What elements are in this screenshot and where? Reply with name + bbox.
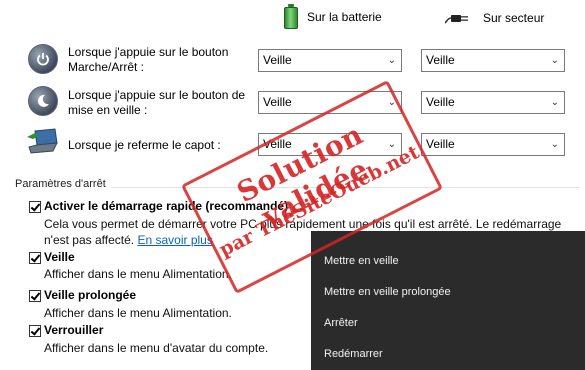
- lock-option-description: Afficher dans le menu d'avatar du compte…: [44, 341, 269, 355]
- sleep-option-description: Afficher dans le menu Alimentation.: [44, 267, 232, 281]
- power-plug-icon: [445, 15, 468, 24]
- power-button-label: Lorsque j'appuie sur le bouton Marche/Ar…: [68, 45, 229, 74]
- power-button-battery-select[interactable]: Veille ⌄: [258, 49, 402, 72]
- hibernate-option-description: Afficher dans le menu Alimentation.: [44, 306, 232, 320]
- chevron-down-icon: ⌄: [387, 55, 396, 66]
- chevron-down-icon: ⌄: [550, 55, 559, 66]
- menu-item-restart[interactable]: Redémarrer: [324, 348, 383, 360]
- power-button-ac-value: Veille: [426, 53, 455, 67]
- hibernate-option-title: Veille prolongée: [44, 288, 137, 302]
- sleep-button-ac-select[interactable]: Veille ⌄: [421, 91, 565, 114]
- lid-close-ac-value: Veille: [426, 137, 455, 151]
- battery-column-header: Sur la batterie: [283, 4, 382, 30]
- lid-close-ac-select[interactable]: Veille ⌄: [421, 133, 565, 156]
- battery-column-label: Sur la batterie: [307, 10, 382, 24]
- chevron-down-icon: ⌄: [550, 97, 559, 108]
- sleep-button-label: Lorsque j'appuie sur le bouton de mise e…: [68, 88, 246, 117]
- fast-startup-title: Activer le démarrage rapide (recommandé): [44, 199, 289, 213]
- lid-close-label: Lorsque je referme le capot :: [68, 138, 221, 152]
- chevron-down-icon: ⌄: [550, 139, 559, 150]
- learn-more-link[interactable]: En savoir plus: [137, 233, 212, 247]
- chevron-down-icon: ⌄: [387, 139, 396, 150]
- power-menu: Mettre en veille Mettre en veille prolon…: [311, 231, 585, 370]
- battery-icon: [283, 4, 299, 30]
- power-button-icon: [28, 44, 58, 74]
- sleep-option-title: Veille: [44, 250, 75, 264]
- ac-column-header: Sur secteur: [445, 10, 544, 26]
- power-button-battery-value: Veille: [263, 53, 292, 67]
- menu-item-shutdown[interactable]: Arrêter: [324, 317, 358, 329]
- sleep-button-battery-value: Veille: [263, 95, 292, 109]
- ac-column-label: Sur secteur: [483, 11, 545, 25]
- lock-checkbox[interactable]: [29, 325, 41, 337]
- menu-item-hibernate[interactable]: Mettre en veille prolongée: [324, 286, 451, 298]
- fast-startup-checkbox[interactable]: [29, 201, 41, 213]
- laptop-lid-icon: [27, 128, 58, 154]
- power-button-ac-select[interactable]: Veille ⌄: [421, 49, 565, 72]
- lock-option-title: Verrouiller: [44, 323, 104, 337]
- section-divider: [112, 187, 580, 188]
- sleep-button-ac-value: Veille: [426, 95, 455, 109]
- lid-close-battery-value: Veille: [263, 137, 292, 151]
- shutdown-settings-title: Paramètres d'arrêt: [15, 178, 106, 190]
- hibernate-checkbox[interactable]: [29, 290, 41, 302]
- sleep-button-icon: [28, 86, 58, 116]
- sleep-button-battery-select[interactable]: Veille ⌄: [258, 91, 402, 114]
- menu-item-sleep[interactable]: Mettre en veille: [324, 255, 399, 267]
- sleep-checkbox[interactable]: [29, 252, 41, 264]
- chevron-down-icon: ⌄: [387, 97, 396, 108]
- lid-close-battery-select[interactable]: Veille ⌄: [258, 133, 402, 156]
